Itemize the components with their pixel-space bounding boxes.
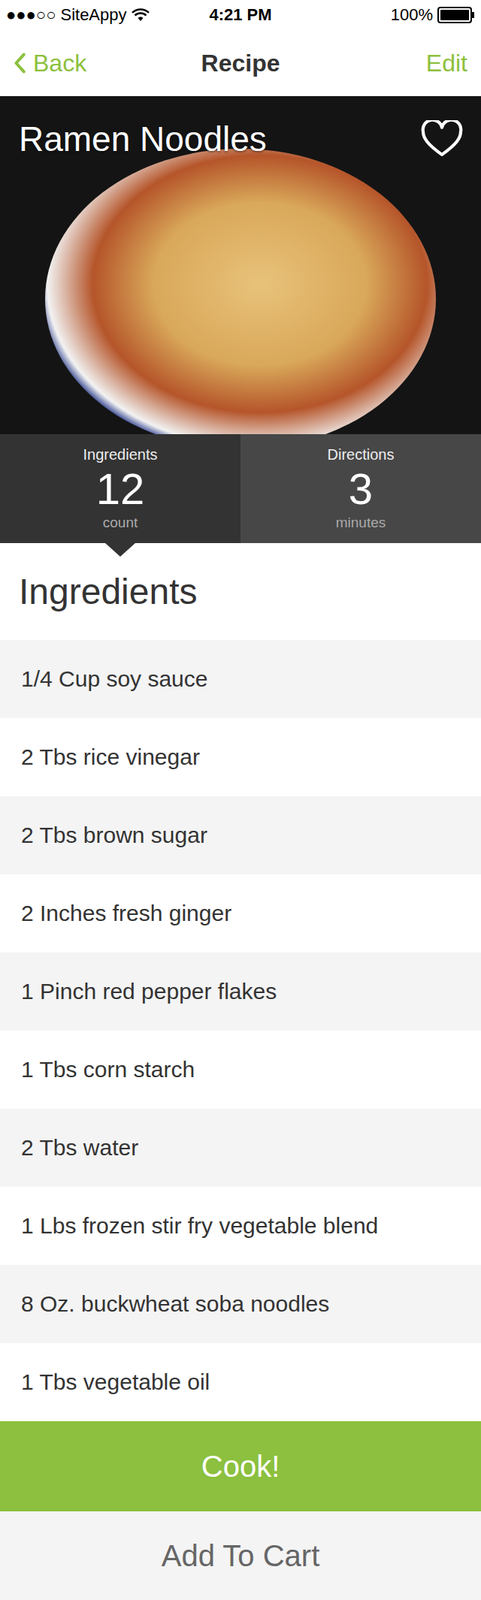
recipe-title: Ramen Noodles [18,118,267,160]
ingredient-row[interactable]: 2 Tbs rice vinegar [0,718,481,797]
wifi-icon [131,8,150,22]
nav-title: Recipe [201,49,281,78]
add-to-cart-button[interactable]: Add To Cart [0,1512,481,1600]
tab[interactable]: Ingredients 12 count [0,434,241,544]
nav-bar: Back Recipe Edit [0,30,481,97]
cook-button[interactable]: Cook! [0,1421,481,1513]
ingredient-row[interactable]: 2 Tbs water [0,1109,481,1188]
ingredient-row[interactable]: 8 Oz. buckwheat soba noodles [0,1265,481,1344]
edit-button[interactable]: Edit [426,49,468,78]
ingredient-row[interactable]: 1 Tbs corn starch [0,1031,481,1110]
ingredient-row[interactable]: 1/4 Cup soy sauce [0,640,481,719]
chevron-left-icon [13,52,26,74]
recipe-photo: Ramen Noodles [0,96,481,435]
ingredient-row[interactable]: 2 Inches fresh ginger [0,874,481,953]
clock: 4:21 PM [208,5,272,25]
tab-bar: Ingredients 12 count Directions 3 minute… [0,434,481,544]
carrier: SiteAppy [60,5,127,25]
battery-icon [437,6,475,24]
ingredient-row[interactable]: 1 Lbs frozen stir fry vegetable blend [0,1187,481,1266]
ingredient-row[interactable]: 1 Pinch red pepper flakes [0,952,481,1032]
battery-percent: 100% [390,5,433,25]
tab-pointer [105,543,136,557]
favorite-button[interactable] [420,120,463,158]
status-bar: ●●●○○ SiteAppy 4:21 PM 100% [0,0,481,31]
signal-indicator: ●●●○○ [6,5,56,25]
heart-icon [420,120,463,158]
bowl-image [45,148,436,435]
ingredient-row[interactable]: 1 Tbs vegetable oil [0,1343,481,1422]
tab[interactable]: Directions 3 minutes [240,434,481,544]
section-title: Ingredients [0,543,481,641]
recipe-screen: ●●●○○ SiteAppy 4:21 PM 100% Back Recipe … [0,0,481,1600]
ingredient-row[interactable]: 2 Tbs brown sugar [0,796,481,875]
back-button[interactable]: Back [13,49,87,78]
ingredient-list: 1/4 Cup soy sauce2 Tbs rice vinegar2 Tbs… [0,640,481,1422]
